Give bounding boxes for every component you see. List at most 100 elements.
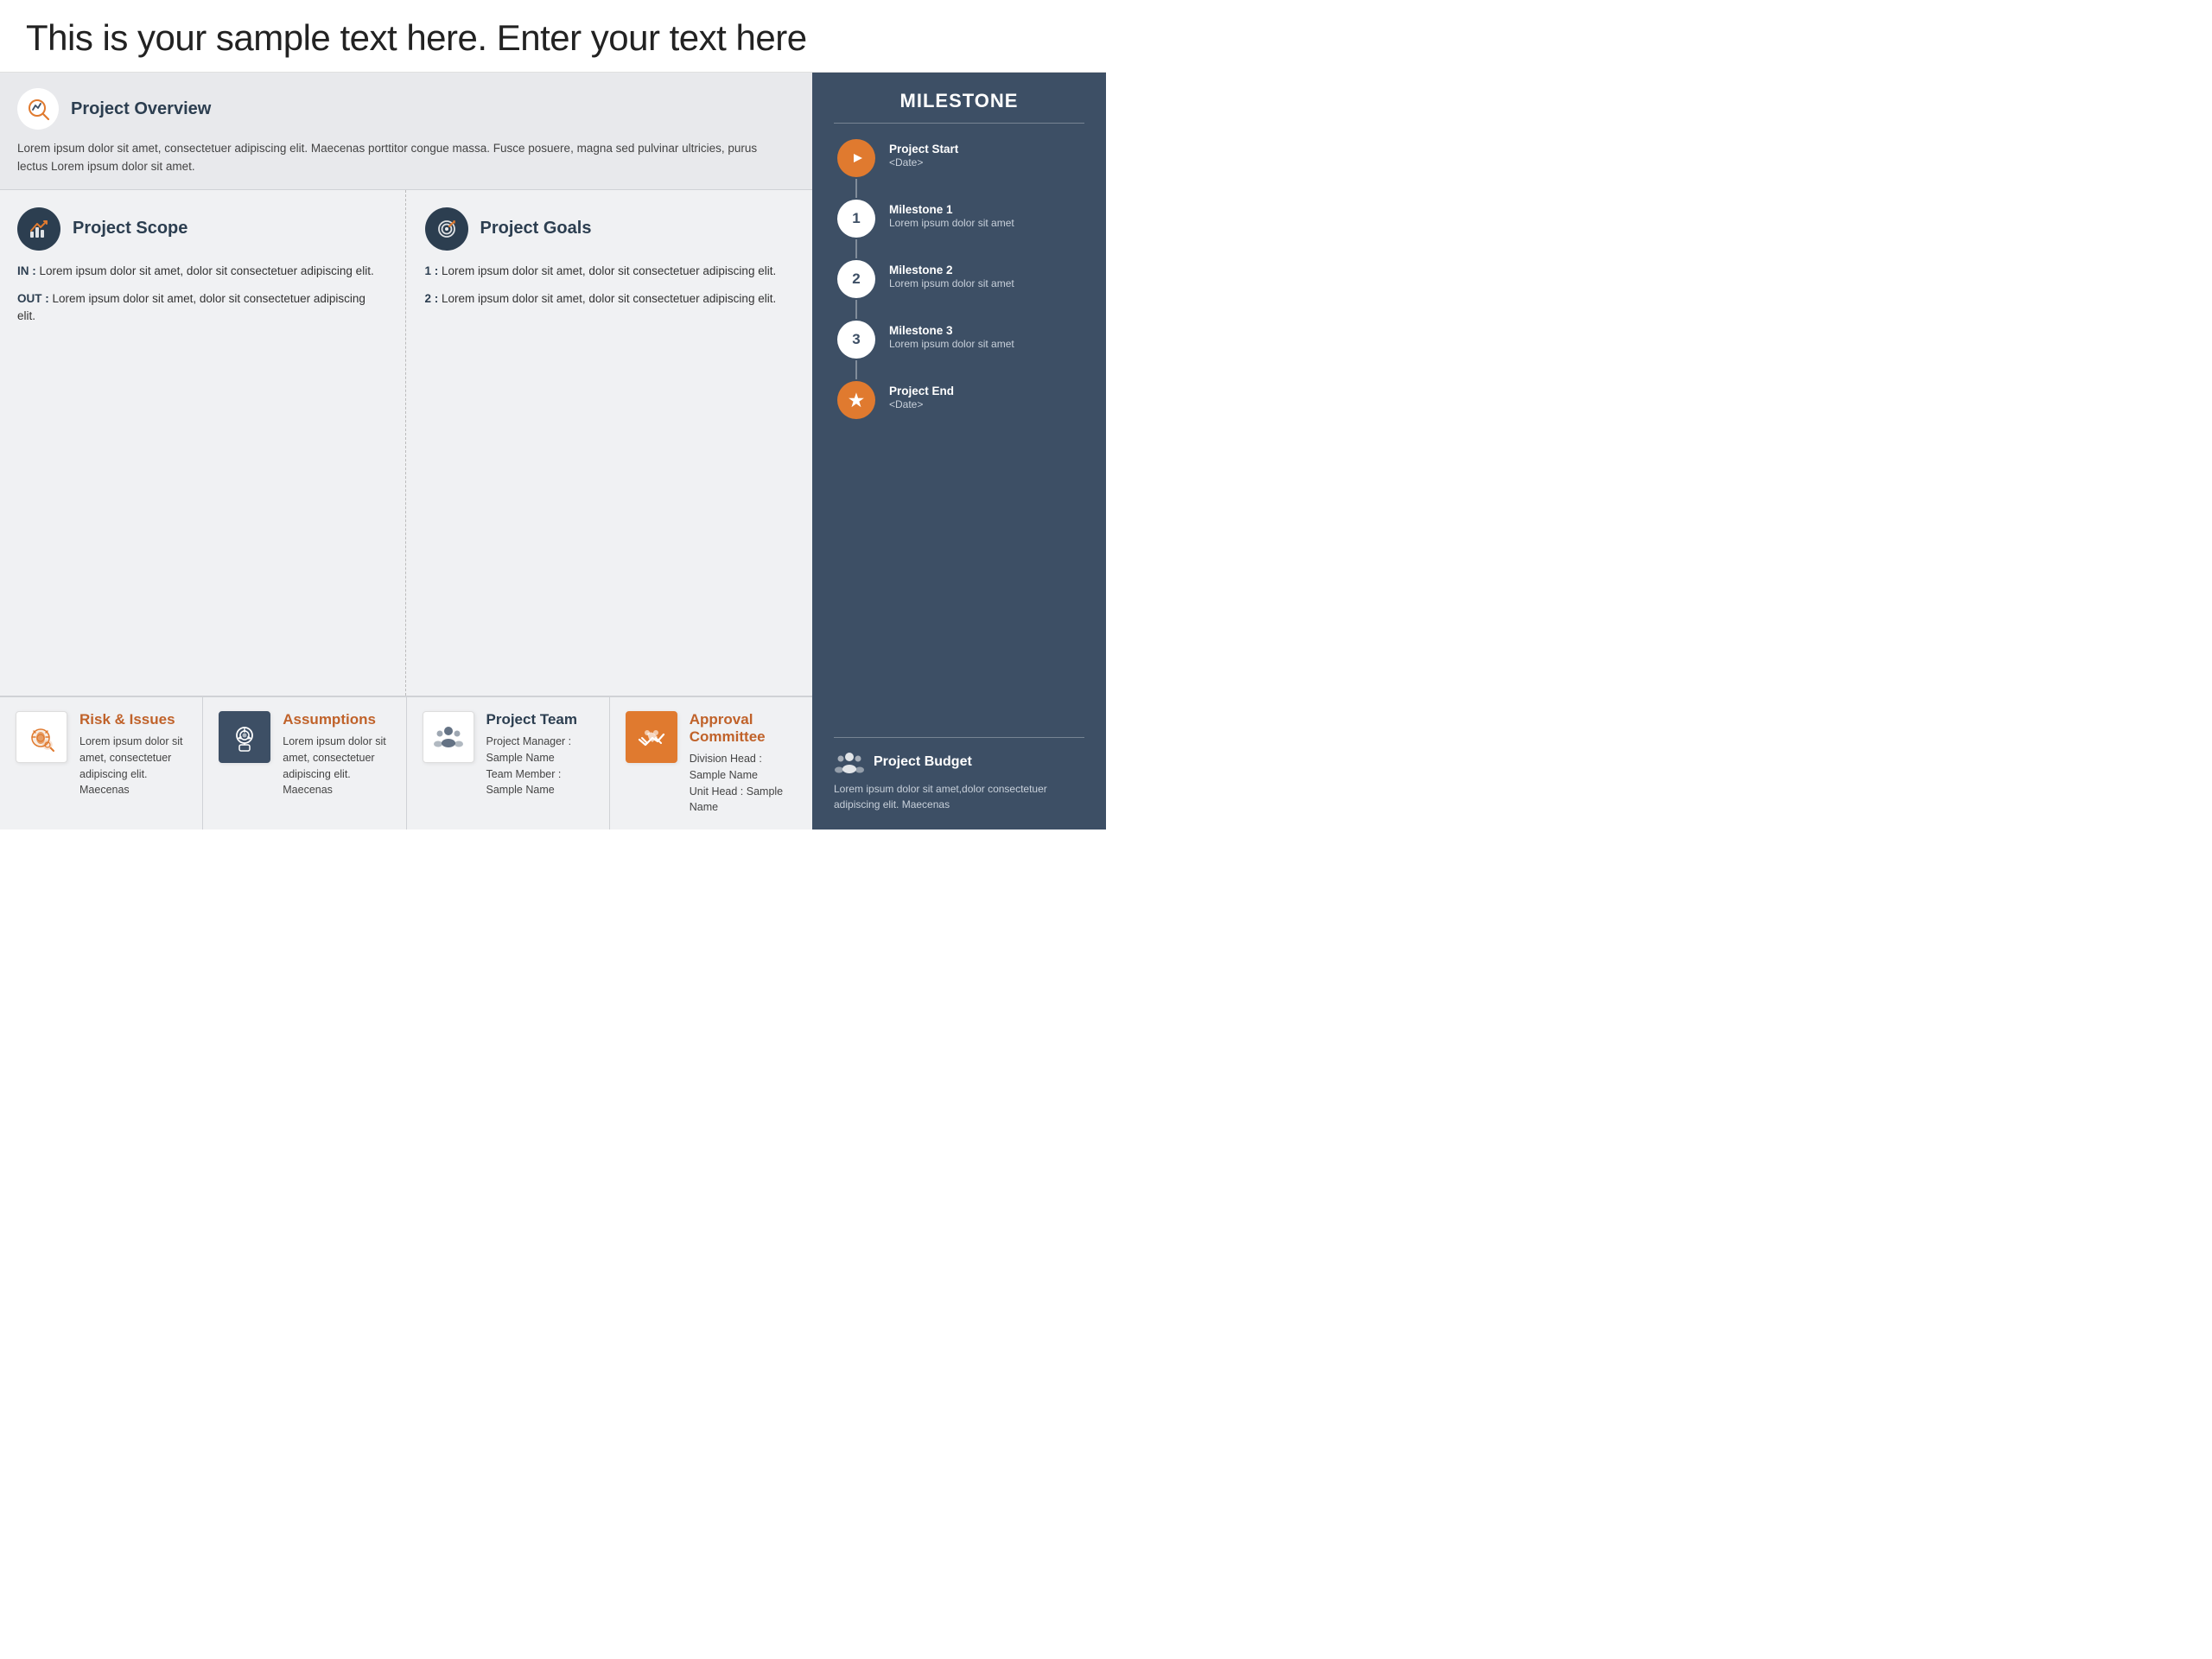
milestone-item-1: 1 Milestone 1 Lorem ipsum dolor sit amet — [834, 200, 1084, 260]
magnifier-chart-icon — [26, 97, 50, 121]
milestone-icon-3: 3 — [837, 321, 875, 359]
goals-title: Project Goals — [480, 219, 592, 238]
milestone-label-1: Milestone 1 — [889, 203, 1014, 216]
milestone-text-3: Milestone 3 Lorem ipsum dolor sit amet — [879, 321, 1014, 367]
brain-gear-icon — [228, 721, 261, 753]
milestone-connector-1 — [855, 179, 857, 198]
milestone-icon-end: ★ — [837, 381, 875, 419]
header: This is your sample text here. Enter you… — [0, 0, 1106, 73]
milestone-text-end: Project End <Date> — [879, 381, 954, 428]
milestone-label-3: Milestone 3 — [889, 324, 1014, 337]
overview-title: Project Overview — [71, 99, 211, 119]
milestone-text-2: Milestone 2 Lorem ipsum dolor sit amet — [879, 260, 1014, 307]
risk-section: Risk & Issues Lorem ipsum dolor sit amet… — [0, 696, 203, 830]
page-title: This is your sample text here. Enter you… — [26, 17, 1080, 59]
right-panel: MILESTONE Project Start <Date> — [812, 73, 1106, 830]
scope-icon-wrap — [17, 207, 60, 251]
milestone-line-1: 1 — [834, 200, 879, 260]
scope-in-label: IN : — [17, 264, 36, 277]
goals-item1-text: Lorem ipsum dolor sit amet, dolor sit co… — [442, 264, 776, 277]
milestone-connector-2 — [855, 239, 857, 258]
team-content: Project Team Project Manager : Sample Na… — [486, 711, 594, 798]
goals-item2: 2 : Lorem ipsum dolor sit amet, dolor si… — [425, 290, 794, 308]
team-member: Team Member : Sample Name — [486, 766, 594, 799]
milestone-line-2: 2 — [834, 260, 879, 321]
left-panel: Project Overview Lorem ipsum dolor sit a… — [0, 73, 812, 830]
chart-trending-icon — [28, 218, 50, 240]
overview-icon-wrap — [17, 88, 59, 130]
budget-title: Project Budget — [874, 754, 972, 770]
scope-in-item: IN : Lorem ipsum dolor sit amet, dolor s… — [17, 263, 386, 280]
milestone-label-end: Project End — [889, 385, 954, 397]
assumptions-content: Assumptions Lorem ipsum dolor sit amet, … — [283, 711, 390, 798]
assumptions-section: Assumptions Lorem ipsum dolor sit amet, … — [203, 696, 406, 830]
goals-item2-text: Lorem ipsum dolor sit amet, dolor sit co… — [442, 292, 776, 305]
milestone-item-end: ★ Project End <Date> — [834, 381, 1084, 428]
scope-title: Project Scope — [73, 219, 188, 238]
milestone-sub-1: Lorem ipsum dolor sit amet — [889, 216, 1014, 231]
milestone-text-start: Project Start <Date> — [879, 139, 958, 186]
budget-people-icon — [834, 750, 865, 774]
goals-item2-label: 2 : — [425, 292, 439, 305]
page: This is your sample text here. Enter you… — [0, 0, 1106, 830]
bottom-row: Risk & Issues Lorem ipsum dolor sit amet… — [0, 696, 812, 830]
risk-icon-box — [16, 711, 67, 763]
handshake-icon — [635, 721, 668, 753]
milestone-icon-2: 2 — [837, 260, 875, 298]
committee-unit: Unit Head : Sample Name — [690, 784, 797, 817]
milestone-icon-start — [837, 139, 875, 177]
risk-title: Risk & Issues — [79, 711, 187, 728]
committee-icon-box — [626, 711, 677, 763]
goals-section: Project Goals 1 : Lorem ipsum dolor sit … — [406, 190, 813, 696]
milestone-item-3: 3 Milestone 3 Lorem ipsum dolor sit amet — [834, 321, 1084, 381]
overview-header: Project Overview — [17, 88, 791, 130]
mid-row: Project Scope IN : Lorem ipsum dolor sit… — [0, 190, 812, 696]
team-title: Project Team — [486, 711, 594, 728]
milestone-item-start: Project Start <Date> — [834, 139, 1084, 200]
target-icon — [435, 218, 458, 240]
scope-out-label: OUT : — [17, 292, 49, 305]
milestone-heading: MILESTONE — [834, 90, 1084, 124]
risk-content: Risk & Issues Lorem ipsum dolor sit amet… — [79, 711, 187, 798]
committee-content: Approval Committee Division Head : Sampl… — [690, 711, 797, 816]
goals-item1-label: 1 : — [425, 264, 439, 277]
team-people-icon — [432, 721, 465, 753]
milestone-label-start: Project Start — [889, 143, 958, 156]
committee-section: Approval Committee Division Head : Sampl… — [610, 696, 812, 830]
main-content: Project Overview Lorem ipsum dolor sit a… — [0, 73, 1106, 830]
milestone-connector-3 — [855, 300, 857, 319]
assumptions-text: Lorem ipsum dolor sit amet, consectetuer… — [283, 734, 390, 798]
milestone-text-1: Milestone 1 Lorem ipsum dolor sit amet — [879, 200, 1014, 246]
milestone-sub-3: Lorem ipsum dolor sit amet — [889, 337, 1014, 352]
team-icon-box — [423, 711, 474, 763]
committee-title: Approval Committee — [690, 711, 797, 746]
committee-division: Division Head : Sample Name — [690, 751, 797, 784]
goals-header: Project Goals — [425, 207, 794, 251]
assumptions-icon-box — [219, 711, 270, 763]
milestone-line-3: 3 — [834, 321, 879, 381]
budget-text: Lorem ipsum dolor sit amet,dolor consect… — [834, 781, 1084, 812]
overview-text: Lorem ipsum dolor sit amet, consectetuer… — [17, 140, 791, 176]
budget-section: Project Budget Lorem ipsum dolor sit ame… — [834, 737, 1084, 812]
team-manager: Project Manager : Sample Name — [486, 734, 594, 766]
milestone-line-end: ★ — [834, 381, 879, 419]
goals-item1: 1 : Lorem ipsum dolor sit amet, dolor si… — [425, 263, 794, 280]
risk-text: Lorem ipsum dolor sit amet, consectetuer… — [79, 734, 187, 798]
milestone-connector-4 — [855, 360, 857, 379]
budget-header: Project Budget — [834, 750, 1084, 774]
scope-out-text: Lorem ipsum dolor sit amet, dolor sit co… — [17, 292, 365, 322]
bug-search-icon — [25, 721, 58, 753]
scope-section: Project Scope IN : Lorem ipsum dolor sit… — [0, 190, 406, 696]
scope-in-text: Lorem ipsum dolor sit amet, dolor sit co… — [40, 264, 374, 277]
milestone-sub-end: <Date> — [889, 397, 954, 412]
milestone-item-2: 2 Milestone 2 Lorem ipsum dolor sit amet — [834, 260, 1084, 321]
team-section: Project Team Project Manager : Sample Na… — [407, 696, 610, 830]
overview-section: Project Overview Lorem ipsum dolor sit a… — [0, 73, 812, 190]
milestone-list: Project Start <Date> 1 Milestone 1 Lore — [834, 139, 1084, 732]
milestone-sub-2: Lorem ipsum dolor sit amet — [889, 276, 1014, 291]
milestone-line-start — [834, 139, 879, 200]
scope-header: Project Scope — [17, 207, 386, 251]
milestone-icon-1: 1 — [837, 200, 875, 238]
milestone-sub-start: <Date> — [889, 156, 958, 170]
goals-icon-wrap — [425, 207, 468, 251]
